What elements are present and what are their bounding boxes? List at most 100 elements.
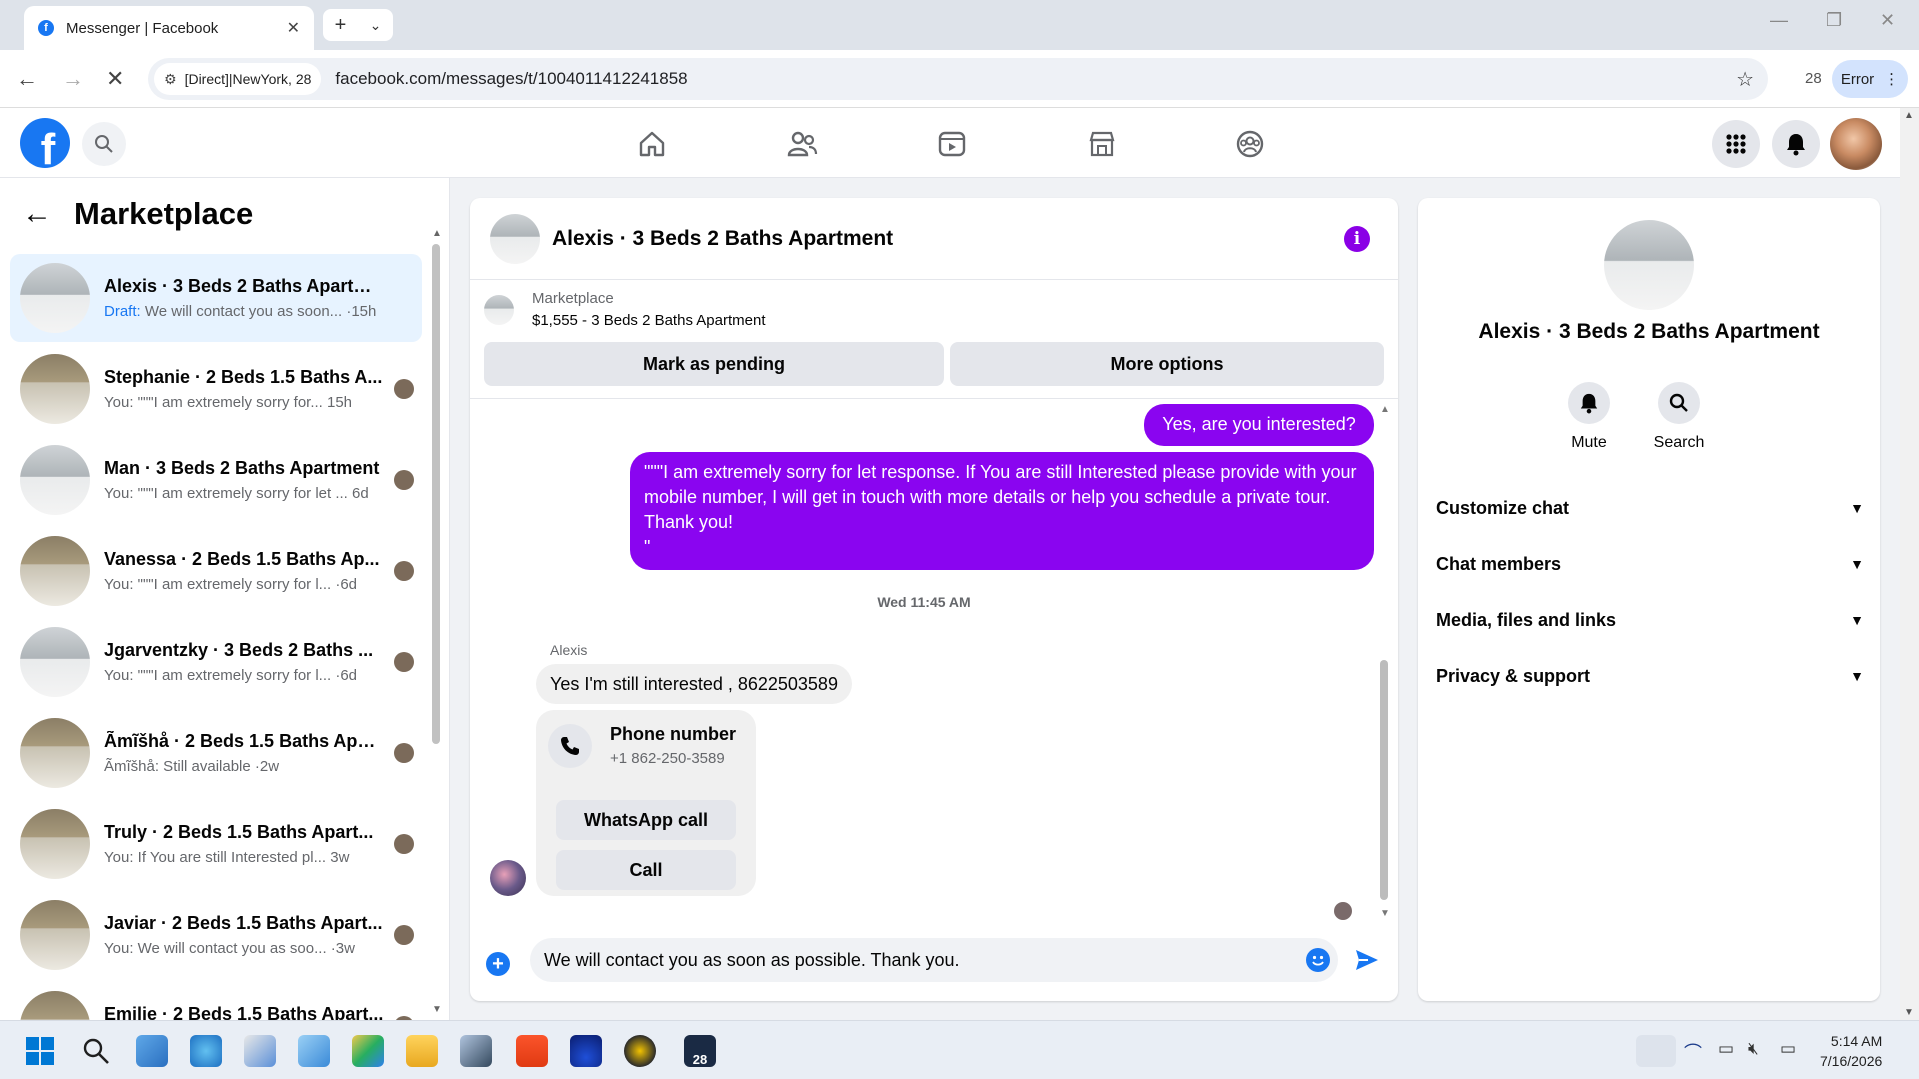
message-timestamp: Wed 11:45 AM <box>877 594 971 610</box>
outgoing-message[interactable]: Yes, are you interested? <box>1144 404 1374 446</box>
info-icon[interactable]: i <box>1344 226 1370 252</box>
stop-loading-icon[interactable]: ✕ <box>106 66 124 92</box>
details-section-row[interactable]: Media, files and links ▼ <box>1436 600 1864 640</box>
window-close-icon[interactable]: ✕ <box>1880 10 1895 31</box>
conversation-item[interactable]: Alexis · 3 Beds 2 Baths Apartment Draft: … <box>10 254 422 342</box>
chat-scroll-up-icon[interactable]: ▲ <box>1380 404 1390 415</box>
outgoing-message[interactable]: """I am extremely sorry for let response… <box>630 452 1374 570</box>
conversation-item[interactable]: Jgarventzky · 3 Beds 2 Baths ... You: """… <box>10 618 422 706</box>
forward-arrow-icon[interactable]: → <box>62 66 84 92</box>
home-nav-icon[interactable] <box>632 124 672 164</box>
marketplace-nav-icon[interactable] <box>1082 124 1122 164</box>
pen-tray-icon[interactable] <box>1636 1035 1676 1067</box>
chat-scroll-down-icon[interactable]: ▼ <box>1380 908 1390 919</box>
video-nav-icon[interactable] <box>932 124 972 164</box>
profile-browser-icon[interactable]: 28 <box>684 1035 716 1067</box>
site-info-chip[interactable]: ⚙ [Direct]|NewYork, 28 <box>154 63 322 95</box>
facebook-logo-icon[interactable]: f <box>20 118 70 168</box>
battery-icon[interactable]: ▭ <box>1780 1039 1796 1059</box>
browser-tab[interactable]: f Messenger | Facebook ✕ <box>24 6 314 50</box>
conversation-item[interactable]: Emilie · 2 Beds 1.5 Baths Apart...You: W… <box>10 982 422 1020</box>
sender-avatar[interactable] <box>490 860 526 896</box>
whatsapp-call-button[interactable]: WhatsApp call <box>556 800 736 840</box>
profile-avatar[interactable] <box>1830 118 1882 170</box>
details-section-row[interactable]: Customize chat ▼ <box>1436 488 1864 528</box>
brave-browser-icon[interactable] <box>516 1035 548 1067</box>
sidebar-scroll-down-icon[interactable]: ▼ <box>432 1004 442 1015</box>
store-icon[interactable] <box>352 1035 384 1067</box>
details-section-label: Media, files and links <box>1436 609 1617 630</box>
search-action[interactable]: Search <box>1634 382 1724 452</box>
details-section-row[interactable]: Chat members ▼ <box>1436 544 1864 584</box>
conversation-time: ·3w <box>330 940 355 957</box>
file-explorer-icon[interactable] <box>406 1035 438 1067</box>
address-bar[interactable]: ⚙ [Direct]|NewYork, 28 facebook.com/mess… <box>148 58 1768 100</box>
tab-search-chevron-icon[interactable]: ⌄ <box>370 17 382 34</box>
mark-pending-button[interactable]: Mark as pending <box>484 342 944 386</box>
conversation-preview: You: """I am extremely sorry for let ... <box>104 485 348 502</box>
back-arrow-icon[interactable]: ← <box>22 197 52 231</box>
send-icon[interactable] <box>1354 948 1380 977</box>
listing-banner[interactable]: Marketplace $1,555 - 3 Beds 2 Baths Apar… <box>484 290 765 329</box>
friends-nav-icon[interactable] <box>782 124 822 164</box>
menu-button[interactable] <box>1712 120 1760 168</box>
details-section-row[interactable]: Privacy & support ▼ <box>1436 656 1864 696</box>
error-button[interactable]: Error ⋮ <box>1832 60 1908 98</box>
groups-nav-icon[interactable] <box>1230 124 1270 164</box>
bookmark-star-icon[interactable]: ☆ <box>1736 67 1754 92</box>
facebook-search-button[interactable] <box>82 122 126 166</box>
add-attachment-icon[interactable]: + <box>486 952 510 976</box>
conversation-item[interactable]: Stephanie · 2 Beds 1.5 Baths A... You: ""… <box>10 345 422 433</box>
incoming-message[interactable]: Yes I'm still interested , 8622503589 <box>536 664 852 704</box>
sidebar-scrollbar[interactable] <box>432 244 440 744</box>
details-section-label: Customize chat <box>1436 497 1570 518</box>
tab-close-icon[interactable]: ✕ <box>287 18 300 38</box>
network-tray-icon[interactable]: ▭ <box>1718 1039 1734 1059</box>
url-text[interactable]: facebook.com/messages/t/1004011412241858 <box>335 69 1736 89</box>
conversation-item[interactable]: Javiar · 2 Beds 1.5 Baths Apart... You: W… <box>10 891 422 979</box>
conversation-preview-line: You: """I am extremely sorry for let ...… <box>104 485 384 502</box>
chat-scrollbar[interactable] <box>1380 660 1388 900</box>
call-button[interactable]: Call <box>556 850 736 890</box>
network-tool-icon[interactable] <box>460 1035 492 1067</box>
details-avatar[interactable] <box>1604 220 1694 310</box>
message-input[interactable]: We will contact you as soon as possible.… <box>530 938 1338 982</box>
page-scrollbar[interactable]: ▲ ▼ <box>1900 108 1919 1020</box>
chat-avatar[interactable] <box>490 213 540 264</box>
conversation-item[interactable]: Man · 3 Beds 2 Baths Apartment You: """I … <box>10 436 422 524</box>
conversation-item[interactable]: Ãmĩšhå · 2 Beds 1.5 Baths Apart... Ãmĩšhå… <box>10 709 422 797</box>
clock[interactable]: 5:14 AM 7/16/2026 <box>1820 1031 1882 1071</box>
chat-title[interactable]: Alexis · 3 Beds 2 Baths Apartment <box>552 227 893 251</box>
chevron-down-icon: ▼ <box>1850 556 1864 572</box>
notifications-button[interactable] <box>1772 120 1820 168</box>
edge-browser-icon[interactable] <box>190 1035 222 1067</box>
widgets-icon[interactable] <box>136 1035 168 1067</box>
conversation-item[interactable]: Truly · 2 Beds 1.5 Baths Apart... You: If… <box>10 800 422 888</box>
vpn-icon[interactable] <box>570 1035 602 1067</box>
windows-start-icon[interactable] <box>26 1037 54 1065</box>
restore-icon[interactable]: ❐ <box>1826 10 1842 31</box>
back-arrow-icon[interactable]: ← <box>16 66 38 92</box>
conversation-thumbnail <box>20 536 90 606</box>
taskbar-search-icon[interactable] <box>82 1037 110 1065</box>
sidebar-scroll-up-icon[interactable]: ▲ <box>432 228 442 239</box>
volume-muted-icon[interactable]: 🔇︎ <box>1748 1039 1759 1059</box>
scroll-up-icon[interactable]: ▲ <box>1904 110 1914 121</box>
conversation-item[interactable]: Vanessa · 2 Beds 1.5 Baths Ap... You: """… <box>10 527 422 615</box>
minimize-icon[interactable]: — <box>1770 10 1788 31</box>
mute-action[interactable]: Mute <box>1544 382 1634 452</box>
scroll-down-icon[interactable]: ▼ <box>1904 1007 1914 1018</box>
more-options-button[interactable]: More options <box>950 342 1384 386</box>
vpn-tray-icon[interactable]: ⌒ <box>1684 1039 1702 1065</box>
ixbrowser-icon[interactable] <box>624 1035 656 1067</box>
snipping-tool-icon[interactable] <box>244 1035 276 1067</box>
remote-desktop-icon[interactable] <box>298 1035 330 1067</box>
conversation-preview-line: Draft: We will contact you as soon... ·1… <box>104 303 384 320</box>
conversation-time: ·2w <box>254 758 280 775</box>
phone-card-number: +1 862-250-3589 <box>610 750 725 767</box>
extension-count[interactable]: 28 <box>1805 70 1822 87</box>
read-receipt-avatar <box>394 834 414 854</box>
emoji-icon[interactable] <box>1306 948 1330 972</box>
new-tab-icon[interactable]: + <box>335 14 347 37</box>
kebab-menu-icon[interactable]: ⋮ <box>1884 70 1899 88</box>
